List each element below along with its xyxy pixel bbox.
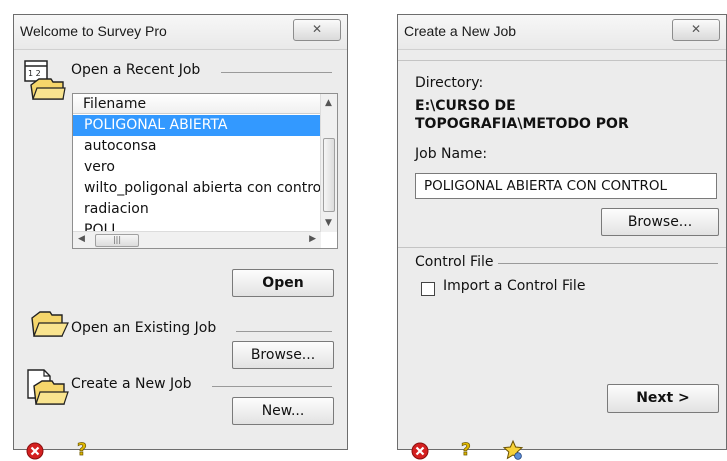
existing-job-heading: Open an Existing Job [71,320,217,336]
open-button[interactable]: Open [232,269,334,297]
folder-icon [31,311,69,337]
error-icon[interactable] [26,442,44,460]
control-file-heading: Control File [415,254,494,270]
directory-label: Directory: [415,75,484,91]
browse-existing-button[interactable]: Browse... [232,341,334,369]
svg-text:?: ? [461,440,471,459]
new-job-button[interactable]: New... [232,397,334,425]
error-icon[interactable] [411,442,429,460]
welcome-titlebar: Welcome to Survey Pro ✕ [14,15,347,50]
list-item[interactable]: autoconsa [73,136,321,157]
list-vertical-scrollbar[interactable]: ▲ ▼ [320,94,337,232]
browse-directory-button[interactable]: Browse... [601,208,719,236]
job-name-label: Job Name: [415,146,488,162]
recent-divider [221,72,332,73]
help-icon[interactable]: ? [76,439,90,459]
list-item[interactable]: radiacion [73,199,321,220]
list-item[interactable]: vero [73,157,321,178]
vertical-scroll-thumb[interactable] [323,138,335,212]
svg-text:?: ? [77,440,87,459]
control-divider [498,263,718,264]
job-name-input[interactable]: POLIGONAL ABIERTA CON CONTROL [415,173,717,199]
svg-text:1 2: 1 2 [28,69,41,78]
filename-column-header[interactable]: Filename [73,94,321,114]
new-job-heading: Create a New Job [71,376,192,392]
help-icon[interactable]: ? [460,439,474,459]
new-job-folder-icon [27,369,69,405]
existing-divider [236,331,332,332]
scroll-up-arrow-icon[interactable]: ▲ [325,98,332,108]
scroll-right-arrow-icon[interactable]: ▶ [309,234,316,244]
top-separator [398,60,726,61]
create-close-button[interactable]: ✕ [672,19,720,41]
welcome-close-button[interactable]: ✕ [293,19,341,41]
directory-value-line1: E:\CURSO DE [415,98,516,114]
directory-value-line2: TOPOGRAFIA\METODO POR [415,116,629,132]
horizontal-scroll-thumb[interactable]: ||| [95,234,139,247]
new-divider [212,386,332,387]
create-job-dialog: Create a New Job ✕ Directory: E:\CURSO D… [397,14,727,460]
list-item[interactable]: POLIGONAL ABIERTA [73,115,321,136]
recent-job-heading: Open a Recent Job [71,62,201,78]
list-item[interactable]: wilto_poligonal abierta con control [73,178,321,199]
scroll-left-arrow-icon[interactable]: ◀ [78,234,85,244]
create-titlebar: Create a New Job ✕ [398,15,726,50]
calendar-folder-icon: 1 2 [24,60,66,100]
favorite-star-icon[interactable] [502,439,524,461]
import-control-file-checkbox[interactable] [421,282,435,296]
control-separator [398,247,726,248]
recent-jobs-list[interactable]: Filename POLIGONAL ABIERTA autoconsa ver… [72,93,338,249]
welcome-title: Welcome to Survey Pro [20,23,167,39]
welcome-dialog: Welcome to Survey Pro ✕ 1 2 Open a Recen… [13,14,348,460]
import-control-file-label: Import a Control File [443,278,586,294]
list-horizontal-scrollbar[interactable]: ◀ ||| ▶ [73,231,321,248]
next-button[interactable]: Next > [607,384,719,413]
create-title: Create a New Job [404,23,517,39]
scroll-down-arrow-icon[interactable]: ▼ [325,218,332,228]
